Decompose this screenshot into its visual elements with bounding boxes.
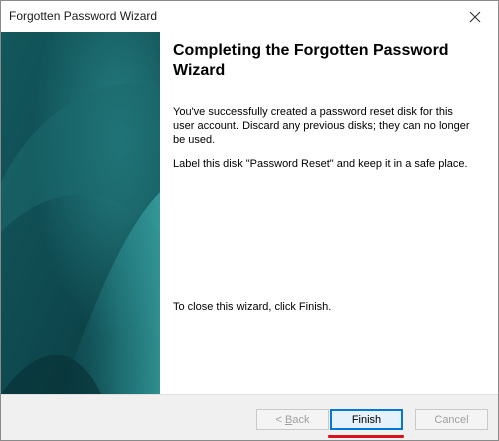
finish-button[interactable]: Finish — [330, 409, 403, 430]
button-bar: < Back Finish Cancel — [1, 394, 498, 440]
wizard-content: Completing the Forgotten Password Wizard… — [160, 32, 498, 394]
wizard-window: Forgotten Password Wizard Completing the… — [0, 0, 499, 441]
label-instruction: Label this disk "Password Reset" and kee… — [173, 158, 468, 170]
cancel-button-label: Cancel — [434, 413, 469, 426]
back-button-rest: ack — [292, 413, 310, 426]
wizard-side-banner — [1, 32, 160, 394]
back-button-prefix: < — [275, 413, 285, 426]
back-button-accel: B — [285, 413, 293, 426]
teal-banner-graphic — [1, 32, 160, 394]
page-heading: Completing the Forgotten Password Wizard — [173, 42, 449, 79]
success-message: You've successfully created a password r… — [173, 106, 470, 146]
close-button[interactable] — [452, 1, 498, 32]
close-icon — [469, 11, 481, 22]
close-instruction: To close this wizard, click Finish. — [173, 301, 332, 313]
cancel-button[interactable]: Cancel — [415, 409, 488, 430]
back-button[interactable]: < Back — [256, 409, 329, 430]
highlight-underline — [328, 435, 404, 438]
title-bar[interactable]: Forgotten Password Wizard — [1, 1, 498, 32]
finish-button-label: Finish — [351, 413, 382, 426]
window-title: Forgotten Password Wizard — [9, 9, 158, 23]
